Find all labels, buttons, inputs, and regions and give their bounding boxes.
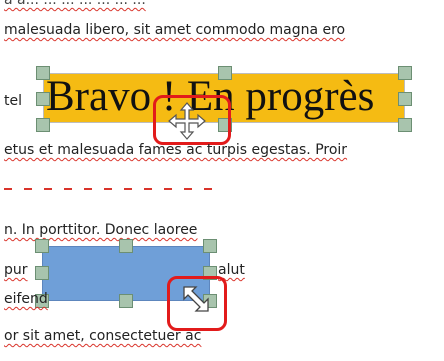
doc-text-line-5: pur	[4, 262, 28, 278]
selection-handle-mr[interactable]	[398, 92, 412, 106]
shape-handle-ml[interactable]	[35, 266, 49, 280]
doc-text-line-2: tel	[4, 93, 22, 109]
selection-handle-br[interactable]	[398, 118, 412, 132]
resize-diagonal-cursor-icon	[183, 286, 209, 312]
doc-text-line-1: malesuada libero, sit amet commodo magna…	[4, 22, 346, 38]
doc-text-line-7: or sit amet, consectetuer ac	[4, 328, 202, 344]
shape-handle-tr[interactable]	[203, 239, 217, 253]
selection-handle-tl[interactable]	[36, 66, 50, 80]
selection-handle-tm[interactable]	[218, 66, 232, 80]
selection-handle-tr[interactable]	[398, 66, 412, 80]
selection-handle-bl[interactable]	[36, 118, 50, 132]
selection-handle-ml[interactable]	[36, 92, 50, 106]
shape-handle-tl[interactable]	[35, 239, 49, 253]
doc-text-line-top: a a... ... ... ... ... ... ...	[4, 0, 146, 8]
doc-text-line-3: etus et malesuada fames ac turpis egesta…	[4, 142, 348, 158]
shape-handle-tm[interactable]	[119, 239, 133, 253]
doc-text-line-6: eifend	[4, 291, 48, 307]
move-cursor-icon	[168, 102, 206, 140]
shape-handle-bm[interactable]	[119, 294, 133, 308]
doc-text-line-4: n. In porttitor. Donec laoree	[4, 222, 198, 238]
spelling-squiggle	[4, 188, 214, 190]
doc-text-line-5b: alut	[218, 262, 245, 278]
